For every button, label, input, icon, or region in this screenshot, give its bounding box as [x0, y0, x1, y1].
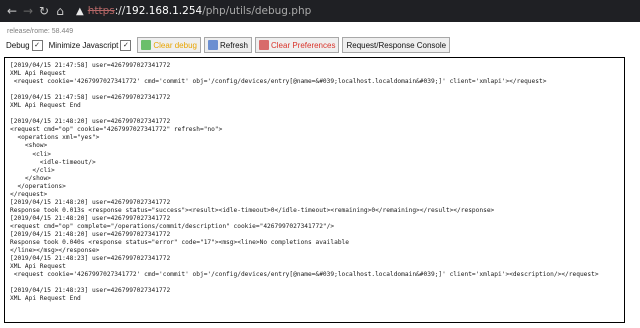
clear-preferences-button[interactable]: Clear Preferences: [254, 37, 340, 53]
log-line: <idle-timeout/>: [10, 158, 96, 166]
log-line: <request cookie='4267997027341772' cmd='…: [10, 271, 599, 279]
log-line: <request cmd="op" complete="/operations/…: [10, 222, 335, 230]
url-protocol: https: [87, 5, 115, 17]
console-button-label: Request/Response Console: [346, 40, 447, 50]
log-line: [2019/04/15 21:48:20] user=4267997027341…: [10, 230, 171, 238]
log-line: [2019/04/15 21:47:58] user=4267997027341…: [10, 62, 171, 69]
log-line: <cli>: [10, 150, 51, 158]
refresh-label: Refresh: [219, 40, 248, 50]
minimize-js-checkbox[interactable]: ✓: [120, 39, 132, 51]
log-line: [2019/04/15 21:48:23] user=4267997027341…: [10, 255, 171, 263]
log-line: </cli>: [10, 166, 55, 174]
log-line: </show>: [10, 174, 51, 182]
log-line: [2019/04/15 21:48:20] user=4267997027341…: [10, 198, 171, 206]
browser-toolbar: ← → ↻ ⌂ ▲ https://192.168.1.254/php/util…: [0, 0, 640, 22]
log-line: [2019/04/15 21:47:58] user=4267997027341…: [10, 94, 171, 102]
clear-icon: [141, 40, 152, 50]
log-line: Response took 0.013s <response status="s…: [10, 206, 495, 214]
clear-preferences-label: Clear Preferences: [270, 40, 336, 50]
address-bar[interactable]: https://192.168.1.254/php/utils/debug.ph…: [88, 5, 312, 17]
forward-arrow-icon[interactable]: →: [20, 0, 36, 22]
clear-debug-button[interactable]: Clear debug: [137, 37, 201, 53]
clear-debug-label: Clear debug: [153, 40, 197, 50]
home-icon[interactable]: ⌂: [52, 0, 68, 22]
log-line: [2019/04/15 21:48:20] user=4267997027341…: [10, 214, 171, 222]
url-host: 192.168.1.254: [125, 5, 203, 17]
log-line: <request cmd="op" cookie="42679970273417…: [10, 126, 223, 134]
refresh-icon: [207, 40, 218, 50]
debug-checkbox[interactable]: ✓: [31, 39, 43, 51]
log-line: <request cookie='4267997027341772' cmd='…: [10, 78, 547, 86]
preferences-icon: [258, 40, 269, 50]
release-text: release/rome: 58.449: [7, 28, 74, 35]
debug-log: [2019/04/15 21:47:58] user=4267997027341…: [10, 62, 599, 303]
log-line: XML Api Request End: [10, 102, 81, 110]
refresh-button[interactable]: Refresh: [203, 37, 252, 53]
url-path: /php/utils/debug.php: [202, 5, 312, 17]
log-line: [2019/04/15 21:48:23] user=4267997027341…: [10, 287, 171, 295]
log-line: </line></msg></response>: [10, 247, 100, 255]
log-line: </request>: [10, 190, 48, 198]
log-line: [2019/04/15 21:48:20] user=4267997027341…: [10, 118, 171, 126]
debug-label: Debug: [6, 40, 30, 50]
minimize-js-label: Minimize Javascript: [48, 40, 119, 50]
back-arrow-icon[interactable]: ←: [4, 0, 20, 22]
debug-console[interactable]: [2019/04/15 21:47:58] user=4267997027341…: [4, 57, 625, 323]
request-response-console-button[interactable]: Request/Response Console: [342, 37, 451, 53]
reload-icon[interactable]: ↻: [36, 0, 52, 22]
log-line: XML Api Request: [10, 70, 66, 78]
debug-toolbar: Debug ✓ Minimize Javascript ✓ Clear debu…: [6, 37, 453, 53]
log-line: <operations xml="yes">: [10, 134, 100, 142]
url-separator: ://: [114, 5, 126, 17]
log-line: XML Api Request: [10, 263, 66, 271]
log-line: <show>: [10, 142, 48, 150]
warning-icon[interactable]: ▲: [76, 6, 84, 17]
log-line: Response took 0.040s <response status="e…: [10, 239, 349, 247]
log-line: XML Api Request End: [10, 295, 81, 303]
log-line: </operations>: [10, 182, 66, 190]
